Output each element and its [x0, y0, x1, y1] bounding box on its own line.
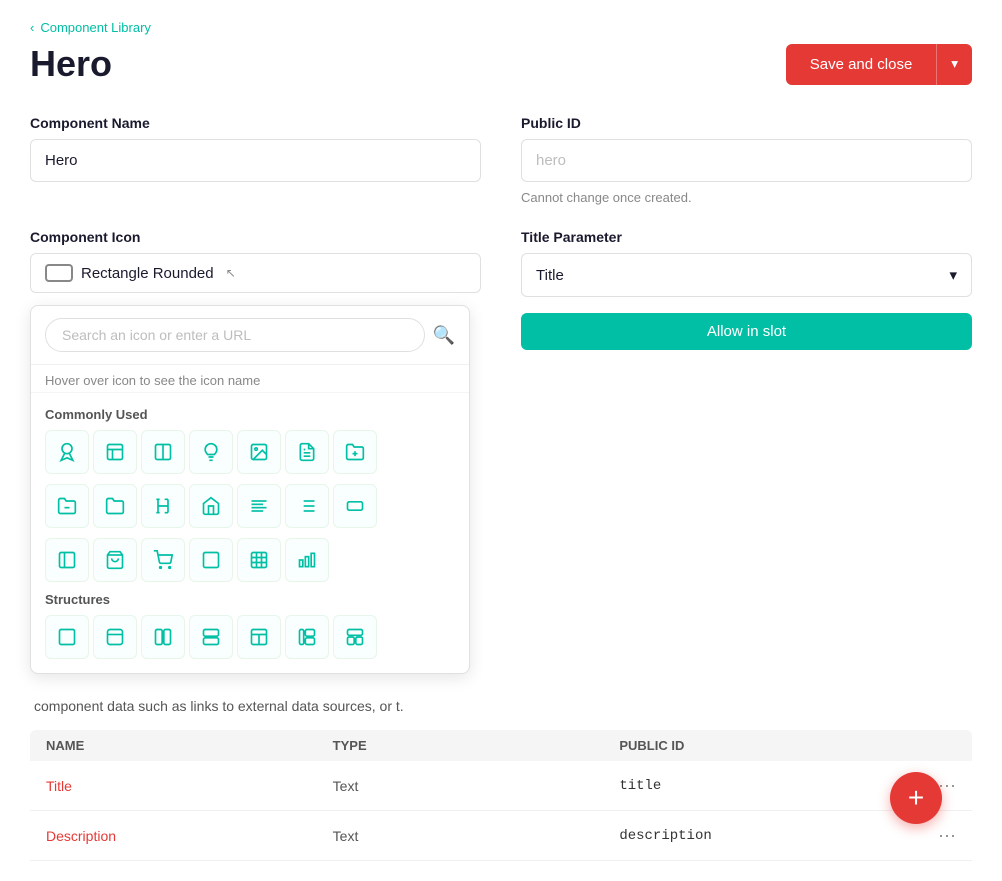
icon-cell[interactable] — [141, 484, 185, 528]
icon-cell[interactable] — [141, 538, 185, 582]
commonly-used-icons-row3 — [45, 538, 455, 582]
chevron-down-icon: ▾ — [949, 266, 957, 284]
col-header-public-id: PUBLIC ID — [619, 738, 906, 753]
icon-cell[interactable] — [285, 484, 329, 528]
public-id-label: Public ID — [521, 115, 972, 131]
icon-search-button[interactable]: 🔍 — [433, 325, 455, 346]
component-icon-label: Component Icon — [30, 229, 481, 245]
structures-title: Structures — [45, 592, 455, 607]
icon-cell[interactable] — [237, 484, 281, 528]
cursor-icon: ↖ — [226, 266, 236, 280]
save-close-dropdown-button[interactable]: ▾ — [936, 44, 972, 85]
icon-cell[interactable] — [93, 430, 137, 474]
allow-in-slot-button[interactable]: Allow in slot — [521, 313, 972, 350]
icon-cell[interactable] — [45, 484, 89, 528]
table-header: NAME TYPE PUBLIC ID — [30, 730, 972, 761]
row-public-id: title — [619, 778, 906, 794]
page-title: Hero — [30, 43, 112, 85]
icon-cell[interactable] — [285, 430, 329, 474]
page-header: Hero Save and close ▾ — [30, 43, 972, 85]
icon-cell[interactable] — [189, 430, 233, 474]
icon-cell[interactable] — [45, 538, 89, 582]
save-close-button[interactable]: Save and close — [786, 44, 937, 85]
selected-icon-name: Rectangle Rounded — [81, 265, 214, 282]
row-menu-button[interactable]: ··· — [906, 825, 956, 846]
form-grid: Component Name Public ID Cannot change o… — [30, 115, 972, 674]
commonly-used-icons-row2 — [45, 484, 455, 528]
row-name: Title — [46, 778, 333, 794]
public-id-input[interactable] — [521, 139, 972, 182]
icon-cell[interactable] — [237, 615, 281, 659]
public-id-group: Public ID Cannot change once created. — [521, 115, 972, 205]
icon-cell[interactable] — [285, 615, 329, 659]
component-icon-selector[interactable]: Rectangle Rounded ↖ — [30, 253, 481, 293]
table-row: Description Text description ··· — [30, 811, 972, 861]
icon-search-input[interactable] — [45, 318, 425, 352]
icon-cell[interactable] — [237, 538, 281, 582]
table-body: Title Text title ··· Description Text de… — [30, 761, 972, 861]
icon-scroll-area[interactable]: Commonly Used — [31, 393, 469, 673]
title-parameter-group: Title Parameter Title ▾ Allow in slot — [521, 229, 972, 674]
icon-hover-hint: Hover over icon to see the icon name — [31, 365, 469, 393]
component-name-input[interactable] — [30, 139, 481, 182]
table-row: Title Text title ··· — [30, 761, 972, 811]
icon-picker-dropdown: 🔍 Hover over icon to see the icon name C… — [30, 305, 470, 674]
bottom-hint: component data such as links to external… — [30, 698, 972, 714]
title-parameter-select[interactable]: Title ▾ — [521, 253, 972, 297]
row-public-id: description — [619, 828, 906, 844]
icon-cell[interactable] — [189, 615, 233, 659]
col-header-actions — [906, 738, 956, 753]
icon-cell[interactable] — [333, 615, 377, 659]
component-icon-group: Component Icon Rectangle Rounded ↖ 🔍 Hov… — [30, 229, 481, 674]
icon-cell[interactable] — [333, 484, 377, 528]
icon-cell[interactable] — [141, 615, 185, 659]
icon-cell[interactable] — [93, 484, 137, 528]
icon-cell[interactable] — [93, 538, 137, 582]
title-parameter-value: Title — [536, 267, 564, 284]
col-header-type: TYPE — [333, 738, 620, 753]
icon-cell[interactable] — [45, 615, 89, 659]
fab-add-button[interactable]: + — [890, 772, 942, 824]
icon-cell[interactable] — [45, 430, 89, 474]
icon-cell[interactable] — [237, 430, 281, 474]
component-name-group: Component Name — [30, 115, 481, 205]
component-name-label: Component Name — [30, 115, 481, 131]
title-parameter-label: Title Parameter — [521, 229, 972, 245]
row-type: Text — [333, 828, 620, 844]
icon-preview — [45, 264, 73, 282]
save-close-group: Save and close ▾ — [786, 44, 972, 85]
col-header-name: NAME — [46, 738, 333, 753]
bottom-section: component data such as links to external… — [30, 698, 972, 861]
public-id-hint: Cannot change once created. — [521, 190, 972, 205]
commonly-used-icons-row1 — [45, 430, 455, 474]
row-type: Text — [333, 778, 620, 794]
icon-cell[interactable] — [141, 430, 185, 474]
commonly-used-title: Commonly Used — [45, 407, 455, 422]
icon-cell[interactable] — [189, 484, 233, 528]
structures-icons — [45, 615, 455, 659]
icon-cell[interactable] — [189, 538, 233, 582]
icon-cell[interactable] — [333, 430, 377, 474]
row-name: Description — [46, 828, 333, 844]
icon-search-row: 🔍 — [31, 306, 469, 365]
icon-cell[interactable] — [93, 615, 137, 659]
breadcrumb[interactable]: ‹ Component Library — [30, 20, 972, 35]
breadcrumb-chevron: ‹ — [30, 20, 34, 35]
icon-cell[interactable] — [285, 538, 329, 582]
breadcrumb-label: Component Library — [40, 20, 151, 35]
